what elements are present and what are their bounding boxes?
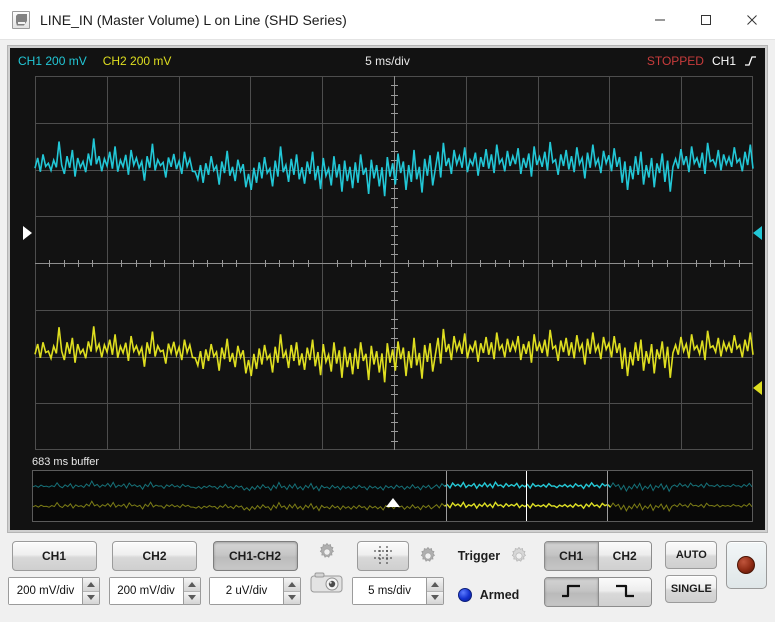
- timebase-stepper[interactable]: 5 ms/div: [352, 577, 445, 605]
- record-dot-icon: [737, 556, 756, 574]
- trigger-status-group: Trigger Armed: [457, 541, 530, 609]
- app-java-icon: [12, 10, 30, 29]
- ch1-minus-ch2-button[interactable]: CH1-CH2: [212, 541, 298, 571]
- trigger-position-marker[interactable]: [386, 498, 400, 507]
- run-mode-group: AUTO SINGLE: [665, 541, 718, 603]
- trigger-source-readout: CH1: [711, 54, 736, 68]
- ch2-scale-stepper[interactable]: 200 mV/div: [108, 577, 201, 605]
- auto-button[interactable]: AUTO: [665, 541, 718, 569]
- ch1ch2-scale-stepper[interactable]: 2 uV/div: [209, 577, 302, 605]
- graticule: [35, 76, 753, 450]
- title-bar: LINE_IN (Master Volume) L on Line (SHD S…: [0, 0, 775, 40]
- gear-icon[interactable]: [316, 541, 338, 563]
- ch2-waveform: [35, 326, 753, 382]
- timebase-top-row: [357, 541, 439, 571]
- trigger-label: Trigger: [457, 549, 501, 563]
- trigger-edge-segmented[interactable]: [543, 577, 652, 607]
- minimize-icon[interactable]: [637, 0, 683, 40]
- ch2-control-group: CH2 200 mV/div: [108, 541, 201, 605]
- status-area: STOPPED CH1: [647, 54, 757, 68]
- buffer-waveform-canvas: [33, 471, 752, 521]
- buffer-cursor[interactable]: [525, 471, 527, 521]
- record-button[interactable]: [725, 541, 767, 589]
- single-button[interactable]: SINGLE: [665, 575, 718, 603]
- ch1ch2-scale-value: 2 uV/div: [210, 578, 284, 604]
- scope-header: CH1 200 mV CH2 200 mV 5 ms/div STOPPED C…: [10, 48, 765, 74]
- scope-display[interactable]: CH1 200 mV CH2 200 mV 5 ms/div STOPPED C…: [10, 48, 765, 530]
- ch1-level-marker-right[interactable]: [753, 226, 762, 240]
- window-controls: [637, 0, 775, 40]
- ch2-level-marker-right[interactable]: [753, 381, 762, 395]
- close-icon[interactable]: [729, 0, 775, 40]
- ch1ch2-scale-arrows[interactable]: [283, 578, 301, 604]
- ch1ch2-scale-up[interactable]: [284, 578, 301, 591]
- timebase-down[interactable]: [427, 590, 444, 604]
- ch1-scale-down[interactable]: [83, 590, 99, 604]
- channel-settings-group: [310, 541, 344, 595]
- trigger-edge-falling-button[interactable]: [597, 578, 651, 606]
- crosshair-grid-icon: [372, 545, 394, 568]
- status-badge: STOPPED: [646, 54, 704, 68]
- trigger-source-segmented[interactable]: CH1 CH2: [543, 541, 652, 571]
- ch1-scale-arrows[interactable]: [82, 578, 99, 604]
- ch1-scale-up[interactable]: [83, 578, 99, 591]
- waveform-canvas: [35, 76, 753, 450]
- ch1-scale-value: 200 mV/div: [9, 578, 82, 604]
- buffer-strip[interactable]: [32, 470, 753, 522]
- rising-edge-icon: [559, 583, 583, 602]
- ch1ch2-control-group: CH1-CH2 2 uV/div: [209, 541, 302, 605]
- buffer-selection-region[interactable]: [446, 471, 609, 521]
- ch2-scale-readout: CH2 200 mV: [102, 54, 172, 68]
- timebase-arrows[interactable]: [426, 578, 444, 604]
- ch2-scale-value: 200 mV/div: [109, 578, 183, 604]
- oscilloscope-window: LINE_IN (Master Volume) L on Line (SHD S…: [0, 0, 775, 622]
- trigger-config-group: CH1 CH2: [543, 541, 652, 607]
- gear-icon[interactable]: [417, 545, 439, 567]
- scope-panel: CH1 200 mV CH2 200 mV 5 ms/div STOPPED C…: [7, 45, 768, 533]
- timebase-control-group: 5 ms/div: [352, 541, 445, 605]
- grid-toggle-button[interactable]: [357, 541, 410, 571]
- trigger-edge-rising-button[interactable]: [544, 578, 598, 606]
- trigger-header-row: Trigger: [458, 541, 530, 571]
- armed-label: Armed: [479, 588, 520, 602]
- status-led: [457, 588, 472, 602]
- ch1-level-marker-left[interactable]: [23, 226, 32, 240]
- control-bar: CH1 200 mV/div CH2 200 mV/div CH1-CH2 2 …: [0, 533, 775, 622]
- timebase-up[interactable]: [427, 578, 444, 591]
- ch2-scale-down[interactable]: [183, 590, 200, 604]
- rising-edge-icon: [744, 55, 757, 67]
- ch2-button[interactable]: CH2: [112, 541, 198, 571]
- buffer-ch1-waveform: [33, 481, 752, 491]
- camera-icon[interactable]: [310, 571, 344, 595]
- ch1-scale-stepper[interactable]: 200 mV/div: [8, 577, 100, 605]
- ch1-waveform: [35, 138, 753, 196]
- window-title: LINE_IN (Master Volume) L on Line (SHD S…: [40, 11, 347, 28]
- maximize-icon[interactable]: [683, 0, 729, 40]
- trigger-source-ch2[interactable]: CH2: [597, 542, 651, 570]
- ch1ch2-scale-down[interactable]: [284, 590, 301, 604]
- timebase-value: 5 ms/div: [353, 578, 427, 604]
- ch1-scale-readout: CH1 200 mV: [18, 54, 87, 68]
- ch1-button[interactable]: CH1: [11, 541, 97, 571]
- ch2-scale-arrows[interactable]: [182, 578, 200, 604]
- trigger-source-ch1[interactable]: CH1: [544, 542, 598, 570]
- gear-icon[interactable]: [508, 545, 530, 567]
- armed-row: Armed: [457, 581, 520, 609]
- ch2-scale-up[interactable]: [183, 578, 200, 591]
- falling-edge-icon: [613, 583, 637, 602]
- ch1-control-group: CH1 200 mV/div: [8, 541, 100, 605]
- buffer-label: 683 ms buffer: [32, 456, 100, 468]
